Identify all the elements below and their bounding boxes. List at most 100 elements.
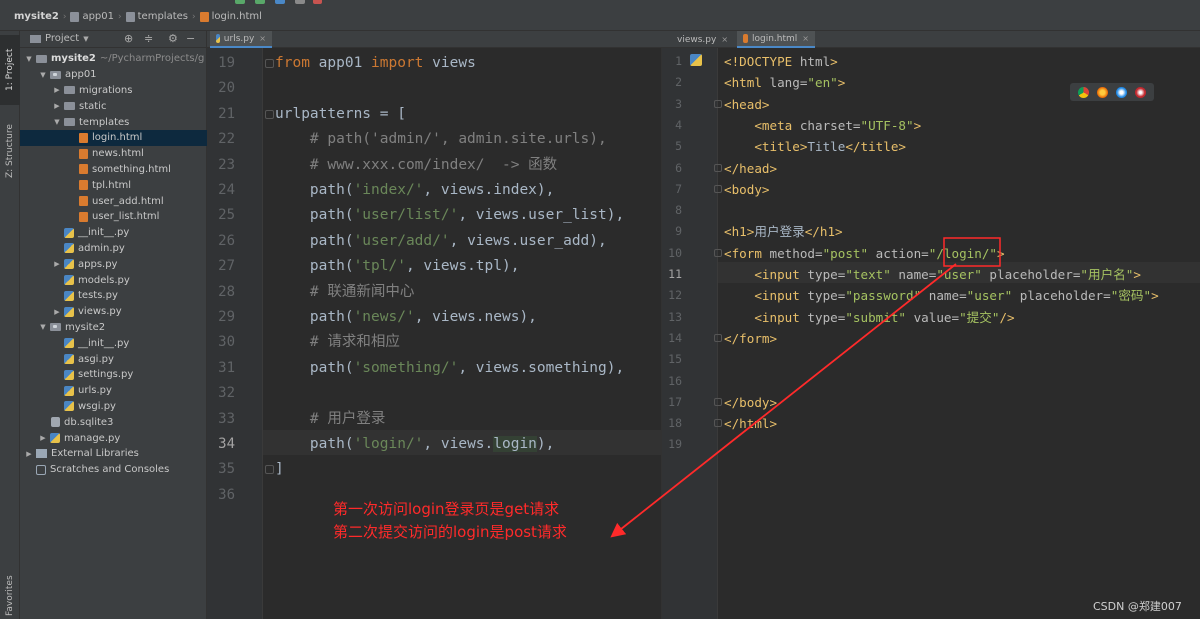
project-tool-tab[interactable]: 1: Project xyxy=(0,35,20,105)
fold-marker[interactable] xyxy=(714,419,722,428)
chevron-down-icon[interactable]: ▼ xyxy=(38,71,48,79)
line-number: 20 xyxy=(218,80,235,97)
breadcrumb-item[interactable]: mysite2 xyxy=(14,11,59,22)
tree-item-label: tests.py xyxy=(78,290,118,302)
chevron-down-icon[interactable]: ▼ xyxy=(38,323,48,331)
line-number: 33 xyxy=(218,410,235,427)
tree-file[interactable]: __init__.py xyxy=(20,225,207,241)
profile-icon[interactable] xyxy=(295,0,305,4)
breadcrumb-item[interactable]: templates xyxy=(138,11,188,22)
code-line: <input type="text" name="user" placehold… xyxy=(724,264,1141,285)
tree-folder[interactable]: ▼ mysite2 ~/PycharmProjects/g xyxy=(20,51,207,67)
tree-file[interactable]: tpl.html xyxy=(20,177,207,193)
chevron-down-icon[interactable]: ▼ xyxy=(24,55,34,63)
code-token: , views.index), xyxy=(423,182,555,198)
locate-icon[interactable]: ⊕ xyxy=(124,32,133,45)
login-html-editor[interactable]: 1 <!DOCTYPE html> 2 <html lang="en"> 3 <head>… xyxy=(661,48,1200,619)
breadcrumb-item[interactable]: login.html xyxy=(212,11,262,22)
code-token: </html> xyxy=(724,416,778,432)
chevron-right-icon[interactable]: ▶ xyxy=(52,102,62,110)
tree-file[interactable]: news.html xyxy=(20,146,207,162)
chrome-icon[interactable] xyxy=(1078,86,1089,98)
tree-item-label: login.html xyxy=(92,132,143,144)
tree-file[interactable]: ▶ manage.py xyxy=(20,430,207,446)
tree-file[interactable]: Scratches and Consoles xyxy=(20,462,207,478)
close-icon[interactable]: × xyxy=(721,35,728,44)
fold-marker[interactable] xyxy=(714,397,722,406)
close-icon[interactable]: × xyxy=(802,34,809,43)
chevron-down-icon[interactable]: ▼ xyxy=(52,118,62,126)
tree-item-label: views.py xyxy=(78,306,122,318)
debug-icon[interactable] xyxy=(255,0,265,4)
collapse-all-icon[interactable]: ≑ xyxy=(144,32,153,45)
tree-item-label: models.py xyxy=(78,274,130,286)
run-icon[interactable] xyxy=(235,0,245,4)
code-token: from xyxy=(275,55,310,71)
opera-icon[interactable] xyxy=(1135,86,1146,98)
tab-urls-py[interactable]: urls.py × xyxy=(210,31,272,48)
chevron-right-icon[interactable]: ▶ xyxy=(52,86,62,94)
favorites-tool-tab[interactable]: Favorites xyxy=(0,571,20,619)
tree-folder[interactable]: ▶ migrations xyxy=(20,83,207,99)
python-file-icon xyxy=(64,227,74,238)
tree-file[interactable]: something.html xyxy=(20,162,207,178)
tree-file[interactable]: wsgi.py xyxy=(20,399,207,415)
fold-marker[interactable] xyxy=(714,99,722,108)
chevron-right-icon: › xyxy=(62,11,67,22)
tree-item-label: templates xyxy=(79,116,130,128)
stop-icon[interactable] xyxy=(313,0,322,4)
tree-file[interactable]: ▶ views.py xyxy=(20,304,207,320)
chevron-right-icon[interactable]: ▶ xyxy=(52,308,62,316)
tree-file[interactable]: ▶ apps.py xyxy=(20,256,207,272)
tree-item-path: ~/PycharmProjects/g xyxy=(99,53,205,65)
tree-file[interactable]: __init__.py xyxy=(20,335,207,351)
fold-marker[interactable] xyxy=(714,333,722,342)
fold-marker[interactable] xyxy=(714,248,722,257)
code-token: path( xyxy=(275,309,354,325)
breadcrumb-item[interactable]: app01 xyxy=(82,11,114,22)
gear-icon[interactable]: ⚙ xyxy=(168,32,178,45)
fold-marker[interactable] xyxy=(714,184,722,193)
tab-views-py[interactable]: views.py × xyxy=(667,31,733,48)
tree-file[interactable]: tests.py xyxy=(20,288,207,304)
tree-file[interactable]: settings.py xyxy=(20,367,207,383)
project-panel: Project ▼ ⊕ ≑ ⚙ − ▼ mysite2 ~/PycharmProje… xyxy=(20,31,207,619)
line-number: 26 xyxy=(218,232,235,249)
coverage-icon[interactable] xyxy=(275,0,285,4)
tree-file[interactable]: asgi.py xyxy=(20,351,207,367)
tree-folder[interactable]: ▼ templates xyxy=(20,114,207,130)
hide-panel-icon[interactable]: − xyxy=(186,32,195,45)
tree-file[interactable]: ▶ External Libraries xyxy=(20,446,207,462)
close-icon[interactable]: × xyxy=(259,34,266,43)
structure-tool-tab[interactable]: Z: Structure xyxy=(0,111,20,191)
tree-folder[interactable]: ▼ app01 xyxy=(20,67,207,83)
code-token: views xyxy=(423,55,476,71)
code-token: </h1> xyxy=(804,224,843,240)
fold-marker[interactable] xyxy=(265,465,274,475)
tree-file[interactable]: login.html xyxy=(20,129,207,146)
python-gutter-icon[interactable] xyxy=(690,54,702,66)
tree-file[interactable]: models.py xyxy=(20,272,207,288)
safari-icon[interactable] xyxy=(1116,86,1127,98)
chevron-right-icon[interactable]: ▶ xyxy=(24,450,34,458)
tree-file[interactable]: db.sqlite3 xyxy=(20,414,207,430)
line-number: 10 xyxy=(668,245,682,260)
code-token: "用户名" xyxy=(1080,267,1134,282)
line-number: 5 xyxy=(675,139,682,154)
chevron-right-icon[interactable]: ▶ xyxy=(52,260,62,268)
fold-marker[interactable] xyxy=(714,163,722,172)
tree-file[interactable]: admin.py xyxy=(20,241,207,257)
code-token: ), xyxy=(536,436,555,452)
fold-marker[interactable] xyxy=(265,109,274,119)
tree-folder[interactable]: ▶ static xyxy=(20,98,207,114)
chevron-right-icon[interactable]: ▶ xyxy=(38,434,48,442)
tree-folder[interactable]: ▼ mysite2 xyxy=(20,320,207,336)
project-view-selector[interactable]: Project ▼ xyxy=(30,33,89,44)
tree-file[interactable]: user_add.html xyxy=(20,193,207,209)
tree-file[interactable]: urls.py xyxy=(20,383,207,399)
tree-file[interactable]: user_list.html xyxy=(20,209,207,225)
tab-login-html[interactable]: login.html × xyxy=(737,31,815,48)
folder-icon xyxy=(30,34,41,43)
firefox-icon[interactable] xyxy=(1097,86,1108,98)
fold-marker[interactable] xyxy=(265,59,274,68)
